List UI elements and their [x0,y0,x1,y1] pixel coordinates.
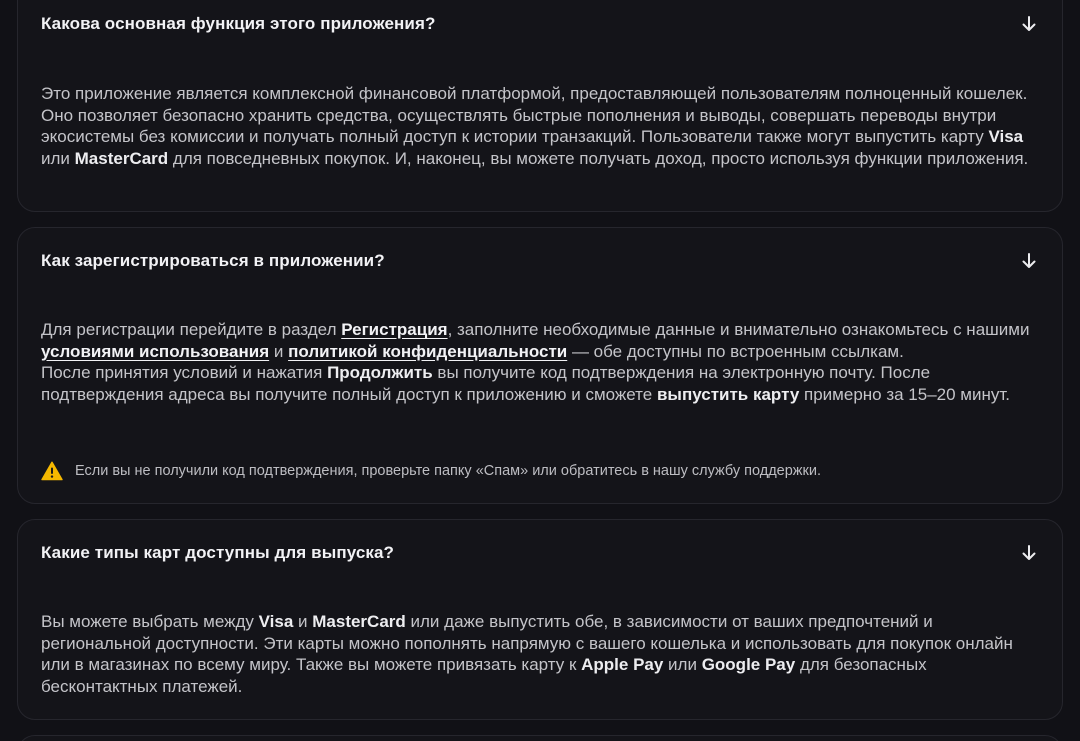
registration-link[interactable]: Регистрация [341,320,447,339]
answer-bold: MasterCard [312,612,406,631]
answer-text: После принятия условий и нажатия [41,363,328,383]
arrow-down-icon[interactable] [1019,14,1039,34]
answer-text: Это приложение является комплексной фина… [41,84,1028,147]
privacy-policy-link[interactable]: политикой конфиденциальности [288,342,567,361]
warning-text: Если вы не получили код подтверждения, п… [75,463,821,479]
faq-answer: Вы можете выбрать между Visa и MasterCar… [41,611,1038,697]
warning-icon [41,461,63,481]
answer-bold: MasterCard [74,148,169,168]
answer-text: или [41,148,75,168]
answer-bold: Apple Pay [581,655,664,675]
warning-note: Если вы не получили код подтверждения, п… [41,461,821,481]
terms-of-use-link[interactable]: условиями использования [41,342,269,361]
answer-text: Вы можете выбрать между [41,612,259,631]
faq-question-header[interactable]: Какова основная функция этого приложения… [41,14,1039,34]
answer-text: или [663,655,702,675]
faq-item-main-function: Какова основная функция этого приложения… [17,0,1063,212]
answer-bold: Visa [988,127,1024,147]
faq-answer: Для регистрации перейдите в раздел Регис… [41,319,1038,405]
answer-bold: выпустить карту [656,384,800,404]
faq-item-next [17,735,1063,741]
faq-question: Какова основная функция этого приложения… [41,14,436,33]
arrow-down-icon[interactable] [1019,251,1039,271]
answer-text: примерно за 15–20 минут. [799,384,1011,404]
faq-question: Какие типы карт доступны для выпуска? [41,543,395,562]
faq-answer: Это приложение является комплексной фина… [41,83,1038,169]
answer-text: , заполните необходимые данные и внимате… [447,320,1030,339]
faq-question-header[interactable]: Какие типы карт доступны для выпуска? [41,543,1039,563]
answer-bold: Продолжить [327,363,433,383]
arrow-down-icon[interactable] [1019,543,1039,563]
faq-question: Как зарегистрироваться в приложении? [41,251,385,270]
answer-bold: Visa [258,612,294,631]
faq-list: Какова основная функция этого приложения… [0,0,1080,741]
answer-bold: Google Pay [701,655,796,675]
answer-text: для повседневных покупок. И, наконец, вы… [168,148,1029,168]
answer-text: Для регистрации перейдите в раздел [41,320,342,339]
faq-item-registration: Как зарегистрироваться в приложении? Для… [17,227,1063,504]
faq-item-card-types: Какие типы карт доступны для выпуска? Вы… [17,519,1063,720]
faq-question-header[interactable]: Как зарегистрироваться в приложении? [41,251,1039,271]
answer-text: — обе доступны по встроенным ссылкам. [567,341,904,361]
answer-text: и [293,612,313,631]
answer-text: и [269,341,289,361]
